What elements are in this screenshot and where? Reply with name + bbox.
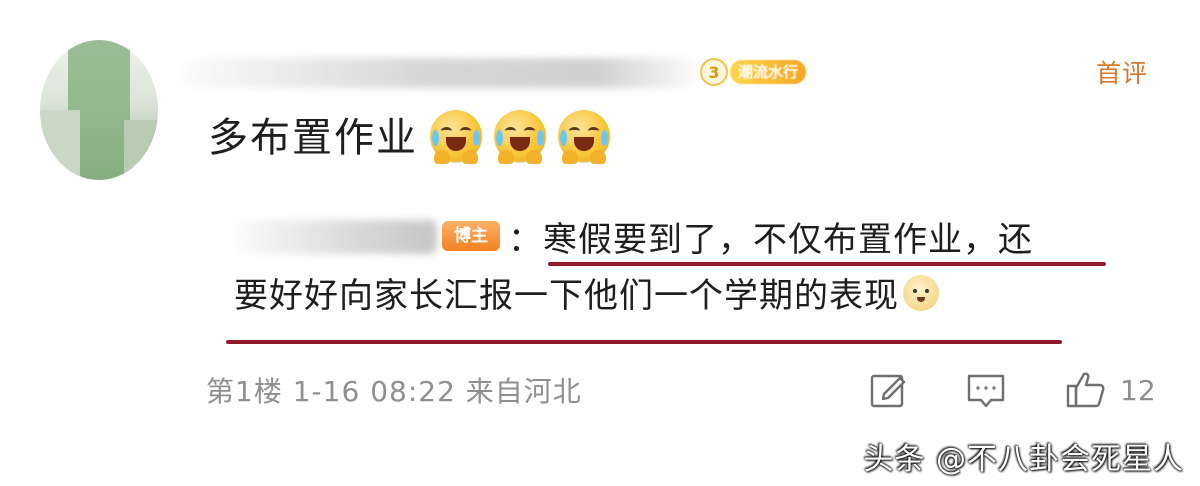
first-comment-label: 首评 bbox=[1095, 59, 1148, 88]
watermark-text: 头条 @不八卦会死星人 bbox=[863, 442, 1184, 477]
avatar[interactable] bbox=[40, 40, 158, 180]
reply-line1-text: 寒假要到了，不仅布置作业，还 bbox=[543, 220, 1033, 260]
user-level-badge: 3 潮流水行 bbox=[700, 57, 835, 87]
emoji-row bbox=[430, 110, 610, 164]
reply-text-line-2: 要好好向家长汇报一下他们一个学期的表现 bbox=[234, 268, 939, 317]
comment-time: 08:22 bbox=[370, 375, 456, 408]
reply-separator: ： bbox=[508, 220, 543, 260]
comment-meta: 第1楼 1-16 08:22 来自河北 bbox=[206, 370, 582, 410]
thumbs-up-icon[interactable] bbox=[1064, 368, 1108, 412]
crying-laugh-emoji-icon bbox=[558, 110, 610, 164]
avatar-pixel bbox=[124, 120, 158, 180]
crying-laugh-emoji-icon bbox=[430, 110, 482, 164]
blogger-badge: 博主 bbox=[442, 221, 500, 251]
comment-actions: 12 bbox=[866, 368, 1156, 412]
avatar-pixel bbox=[40, 110, 80, 180]
username-blurred[interactable] bbox=[180, 58, 700, 88]
highlight-underline bbox=[548, 262, 1106, 266]
like-count: 12 bbox=[1120, 373, 1156, 407]
crying-laugh-emoji-icon bbox=[494, 110, 546, 164]
reply-text-line-1: ：寒假要到了，不仅布置作业，还 bbox=[508, 212, 1033, 261]
level-number: 3 bbox=[700, 58, 728, 86]
comment-icon[interactable] bbox=[964, 368, 1008, 412]
dog-emoji-icon bbox=[903, 275, 939, 311]
floor-number: 第1楼 bbox=[206, 375, 283, 408]
comment-text: 多布置作业 bbox=[208, 115, 418, 161]
comment-date: 1-16 bbox=[292, 375, 361, 408]
level-tag: 潮流水行 bbox=[730, 60, 807, 84]
comment-location: 来自河北 bbox=[465, 375, 582, 408]
reply-line2-text: 要好好向家长汇报一下他们一个学期的表现 bbox=[234, 276, 899, 316]
reply-username-blurred[interactable] bbox=[232, 220, 437, 254]
highlight-underline bbox=[226, 340, 1062, 344]
edit-icon[interactable] bbox=[866, 368, 910, 412]
